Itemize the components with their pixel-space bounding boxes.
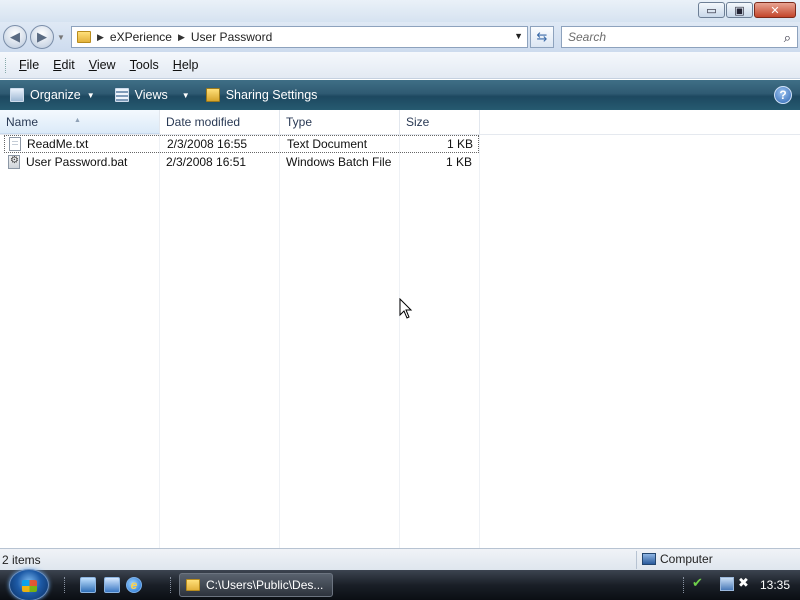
- sharing-settings-label: Sharing Settings: [225, 88, 318, 102]
- breadcrumb-experience[interactable]: eXPerience: [110, 30, 172, 44]
- menu-bar: File Edit View Tools Help: [0, 52, 800, 79]
- folder-icon: [77, 31, 91, 43]
- column-divider: [159, 135, 160, 548]
- sort-ascending-icon: ▲: [74, 117, 81, 124]
- menu-file[interactable]: File: [19, 58, 39, 72]
- status-location-label: Computer: [660, 552, 713, 566]
- file-size: 1 KB: [446, 137, 473, 151]
- menu-view[interactable]: View: [89, 58, 116, 72]
- arrow-right-icon: ▶: [37, 29, 47, 44]
- help-icon[interactable]: ?: [774, 86, 792, 104]
- taskbar-window-label: C:\Users\Public\Des...: [206, 578, 324, 592]
- menu-tools[interactable]: Tools: [130, 58, 159, 72]
- chevron-down-icon: ▼: [86, 90, 95, 100]
- column-header-date-modified[interactable]: Date modified: [160, 110, 280, 134]
- item-count: 2 items: [2, 553, 41, 567]
- file-name-cell: ReadMe.txt: [9, 137, 88, 151]
- show-desktop-icon[interactable]: [80, 577, 96, 593]
- computer-icon: [642, 553, 656, 565]
- views-icon: [114, 88, 129, 102]
- organize-icon: [10, 88, 24, 102]
- file-name-cell: User Password.bat: [8, 155, 127, 169]
- window-controls: ▭ ▣ ✕: [698, 2, 796, 18]
- taskbar-window-button[interactable]: C:\Users\Public\Des...: [179, 573, 333, 597]
- organize-label: Organize: [30, 88, 81, 102]
- status-divider: [636, 551, 637, 569]
- refresh-button[interactable]: ⇆: [530, 26, 554, 48]
- address-row: ◀ ▶ ▼ ▶ eXPerience ▶ User Password ▼ ⇆ ⌕: [0, 22, 800, 52]
- address-bar[interactable]: ▶ eXPerience ▶ User Password ▼: [71, 26, 528, 48]
- search-input[interactable]: [568, 28, 778, 46]
- network-icon[interactable]: [720, 577, 734, 591]
- command-bar: Organize ▼ Views ▼ Sharing Settings ?: [0, 80, 800, 110]
- sharing-icon: [205, 88, 220, 102]
- column-header-type[interactable]: Type: [280, 110, 400, 134]
- file-date: 2/3/2008 16:55: [167, 137, 248, 151]
- recent-pages-dropdown[interactable]: ▼: [57, 33, 65, 42]
- start-button[interactable]: [9, 569, 49, 600]
- menu-help[interactable]: Help: [173, 58, 199, 72]
- maximize-button[interactable]: ▣: [726, 2, 753, 18]
- views-label: Views: [134, 88, 168, 102]
- file-list: ▲ Name Date modified Type Size ReadMe.tx…: [0, 110, 800, 548]
- menu-grip: [5, 58, 7, 73]
- switch-windows-icon[interactable]: [104, 577, 120, 593]
- file-date: 2/3/2008 16:51: [166, 155, 247, 169]
- clock[interactable]: 13:35: [760, 578, 790, 592]
- volume-muted-icon[interactable]: ✖: [738, 575, 752, 590]
- file-row-readme[interactable]: ReadMe.txt 2/3/2008 16:55 Text Document …: [4, 135, 479, 153]
- mouse-cursor-icon: [399, 298, 413, 319]
- breadcrumb-user-password[interactable]: User Password: [191, 30, 272, 44]
- taskbar-grip: [170, 577, 173, 593]
- address-dropdown-icon[interactable]: ▼: [514, 31, 523, 41]
- folder-icon: [186, 579, 200, 591]
- file-row-user-password[interactable]: User Password.bat 2/3/2008 16:51 Windows…: [4, 154, 479, 172]
- organize-button[interactable]: Organize ▼: [10, 88, 95, 102]
- file-name: User Password.bat: [26, 155, 128, 169]
- menu-edit[interactable]: Edit: [53, 58, 75, 72]
- file-type: Windows Batch File: [286, 155, 392, 169]
- back-button[interactable]: ◀: [3, 25, 27, 49]
- internet-explorer-icon[interactable]: e: [126, 577, 142, 593]
- file-type: Text Document: [287, 137, 368, 151]
- status-location: Computer: [642, 552, 713, 566]
- search-icon[interactable]: ⌕: [784, 30, 791, 46]
- file-size: 1 KB: [445, 155, 472, 169]
- arrow-left-icon: ◀: [10, 29, 20, 44]
- column-divider: [479, 135, 480, 548]
- refresh-icon: ⇆: [536, 29, 548, 44]
- column-header-name-label: Name: [6, 115, 39, 129]
- taskbar: e C:\Users\Public\Des... ✔ ✖ 13:35: [0, 569, 800, 600]
- tray-grip: [683, 577, 686, 593]
- security-shield-icon[interactable]: ✔: [692, 575, 706, 590]
- file-name: ReadMe.txt: [27, 137, 89, 151]
- chevron-right-icon[interactable]: ▶: [178, 32, 185, 43]
- status-bar: 2 items Computer: [0, 548, 800, 570]
- chevron-right-icon[interactable]: ▶: [97, 32, 104, 43]
- close-button[interactable]: ✕: [754, 2, 796, 18]
- search-box[interactable]: ⌕: [561, 26, 798, 48]
- forward-button[interactable]: ▶: [30, 25, 54, 49]
- column-divider: [279, 135, 280, 548]
- views-button[interactable]: Views ▼: [114, 88, 190, 102]
- minimize-button[interactable]: ▭: [698, 2, 725, 18]
- column-header-size[interactable]: Size: [400, 110, 480, 134]
- text-file-icon: [9, 137, 21, 151]
- sharing-settings-button[interactable]: Sharing Settings: [205, 88, 318, 102]
- quick-launch-grip: [64, 577, 67, 593]
- column-header-name[interactable]: ▲ Name: [0, 110, 160, 134]
- window-titlebar: ▭ ▣ ✕: [0, 0, 800, 22]
- batch-file-icon: [8, 155, 20, 169]
- column-divider: [399, 135, 400, 548]
- chevron-down-icon[interactable]: ▼: [182, 91, 190, 100]
